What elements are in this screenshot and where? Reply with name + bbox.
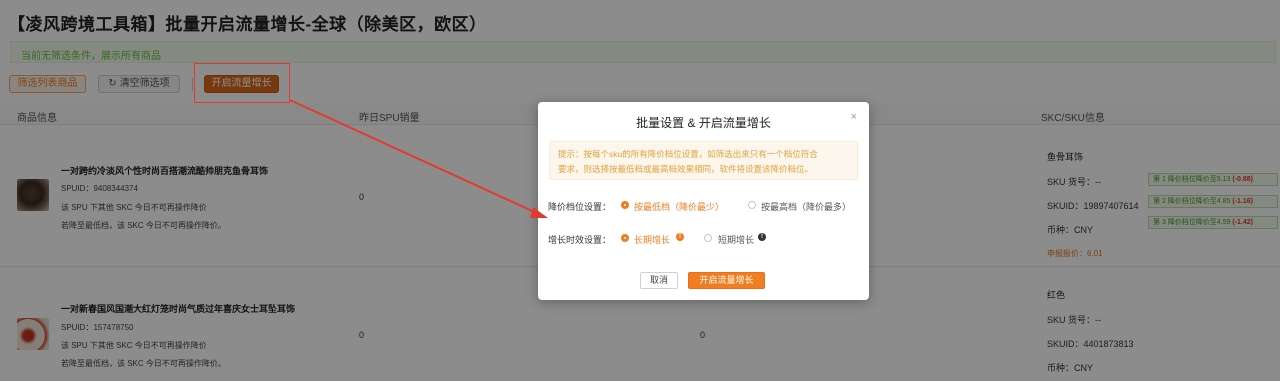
confirm-start-growth-button[interactable]: 开启流量增长 <box>688 272 765 289</box>
page-root: 【凌风跨境工具箱】批量开启流量增长-全球（除美区，欧区） 当前无筛选条件，展示所… <box>0 0 1280 381</box>
cancel-button[interactable]: 取消 <box>640 272 678 289</box>
close-icon[interactable]: × <box>851 111 857 123</box>
growth-short-option[interactable]: 短期增长 <box>718 233 754 246</box>
info-icon[interactable]: ! <box>758 233 766 241</box>
growth-duration-label: 增长时效设置： <box>548 235 612 245</box>
dialog-title: 批量设置 & 开启流量增长 <box>636 116 771 130</box>
price-tier-label: 降价档位设置： <box>548 202 612 212</box>
batch-settings-dialog: 批量设置 & 开启流量增长 × 提示：按每个sku的所有降价档位设置，如筛选出来… <box>538 102 869 300</box>
price-highest-radio[interactable] <box>748 201 756 209</box>
growth-long-option[interactable]: 长期增长 <box>634 233 670 246</box>
dialog-tip: 提示：按每个sku的所有降价档位设置，如筛选出来只有一个档位符合 要求，则选择按… <box>549 141 858 180</box>
price-lowest-option[interactable]: 按最低档（降价最少） <box>634 200 724 213</box>
highlight-box <box>194 63 290 103</box>
price-lowest-radio[interactable] <box>621 201 629 209</box>
tip-line-1: 提示：按每个sku的所有降价档位设置，如筛选出来只有一个档位符合 <box>558 149 818 159</box>
info-icon[interactable]: ! <box>676 233 684 241</box>
price-highest-option[interactable]: 按最高档（降价最多） <box>761 200 851 213</box>
growth-long-radio[interactable] <box>621 234 629 242</box>
tip-line-2: 要求，则选择按最低档或最高档效果相同，软件将设置该降价档位。 <box>558 164 814 174</box>
growth-short-radio[interactable] <box>704 234 712 242</box>
